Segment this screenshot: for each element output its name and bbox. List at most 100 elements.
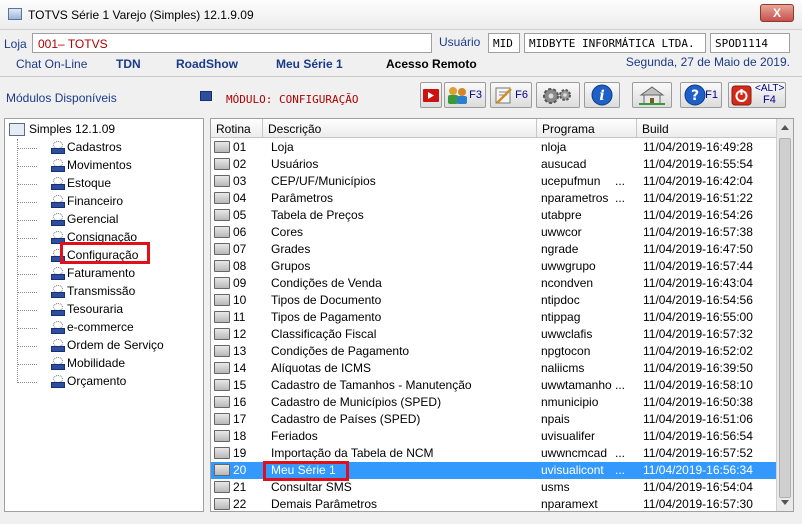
highlight-meu-serie (263, 461, 349, 481)
table-row[interactable]: 18 Feriados uvisualifer 11/04/2019-16:56:54 (211, 428, 777, 445)
settings-button[interactable] (536, 82, 580, 108)
cell-descricao: Demais Parâmetros (271, 497, 378, 511)
cell-descricao: Usuários (271, 157, 319, 171)
help-button[interactable]: ? F1 (680, 82, 722, 108)
tree-item[interactable]: Transmissão (17, 283, 203, 301)
divider (0, 76, 802, 77)
cell-rotina: 17 (233, 412, 247, 426)
table-row[interactable]: 19 Importação da Tabela de NCM uwwncmcad..… (211, 445, 777, 462)
users-button[interactable]: F3 (444, 82, 486, 108)
cell-programa: ntippag (541, 310, 581, 324)
acesso-remoto-link[interactable]: Acesso Remoto (386, 57, 477, 71)
svg-text:?: ? (691, 88, 699, 104)
table-row[interactable]: 02 Usuários ausucad 11/04/2019-16:55:54 (211, 156, 777, 173)
table-row[interactable]: 04 Parâmetros nparametros... 11/04/2019-16:… (211, 190, 777, 207)
table-row[interactable]: 10 Tipos de Documento ntipdoc 11/04/2019-16… (211, 292, 777, 309)
cell-build: 11/04/2019-16:57:32 (643, 327, 753, 341)
tdn-link[interactable]: TDN (116, 57, 141, 71)
home-button[interactable] (632, 82, 672, 108)
close-button[interactable]: X (760, 4, 794, 22)
loja-field[interactable]: 001– TOTVS (32, 33, 432, 53)
table-row[interactable]: 08 Grupos uwwgrupo 11/04/2019-16:57:44 (211, 258, 777, 275)
tree-item[interactable]: Gerencial (17, 211, 203, 229)
tree-item-label: Movimentos (67, 158, 132, 172)
cell-descricao: Cadastro de Municípios (SPED) (271, 395, 442, 409)
tree-item-label: Cadastros (67, 140, 122, 154)
table-row[interactable]: 07 Grades ngrade 11/04/2019-16:47:50 (211, 241, 777, 258)
computer-icon (214, 379, 230, 391)
cell-descricao: Loja (271, 140, 294, 154)
info-button[interactable]: i (584, 82, 620, 108)
col-rotina[interactable]: Rotina (211, 119, 263, 138)
cell-descricao: Condições de Venda (271, 276, 382, 290)
tree-item[interactable]: Faturamento (17, 265, 203, 283)
ellipsis: ... (615, 463, 626, 477)
table-row[interactable]: 14 Alíquotas de ICMS naliicms 11/04/2019-16… (211, 360, 777, 377)
table-row[interactable]: 13 Condições de Pagamento npgtocon 11/04/20… (211, 343, 777, 360)
tree-item[interactable]: Orçamento (17, 373, 203, 391)
table-row[interactable]: 16 Cadastro de Municípios (SPED) nmunicipi… (211, 394, 777, 411)
cell-programa: nmunicipio (541, 395, 599, 409)
tree-branch-line (17, 364, 37, 365)
table-row[interactable]: 12 Classificação Fiscal uwwclafis 11/04/201… (211, 326, 777, 343)
f1-key-label: F1 (705, 89, 718, 101)
tree-root-label: Simples 12.1.09 (29, 122, 116, 136)
tree-item[interactable]: Mobilidade (17, 355, 203, 373)
tree-item[interactable]: Financeiro (17, 193, 203, 211)
tree-branch-line (17, 328, 37, 329)
edit-tools-icon (495, 87, 512, 104)
highlight-configuracao (60, 242, 150, 264)
power-icon (731, 85, 752, 106)
meu-serie-link[interactable]: Meu Série 1 (276, 57, 343, 71)
exit-button[interactable]: <ALT> F4 (728, 82, 786, 108)
home-icon (639, 86, 665, 105)
table-row[interactable]: 09 Condições de Venda ncondven 11/04/2019-1… (211, 275, 777, 292)
col-programa[interactable]: Programa (537, 119, 637, 138)
tree-branch-line (17, 274, 37, 275)
roadshow-link[interactable]: RoadShow (176, 57, 238, 71)
cell-programa: uwwcor (541, 225, 582, 239)
tree-item[interactable]: Tesouraria (17, 301, 203, 319)
user-company-field: MIDBYTE INFORMÁTICA LTDA. (524, 33, 706, 53)
table-row[interactable]: 15 Cadastro de Tamanhos - Manutenção uwwta… (211, 377, 777, 394)
cell-rotina: 22 (233, 497, 247, 511)
module-node-icon (39, 303, 65, 317)
cell-rotina: 06 (233, 225, 247, 239)
tree-branch-line (17, 166, 37, 167)
table-row[interactable]: 22 Demais Parâmetros nparamext 11/04/2019-1… (211, 496, 777, 511)
table-row[interactable]: 11 Tipos de Pagamento ntippag 11/04/2019-16… (211, 309, 777, 326)
table-row[interactable]: 03 CEP/UF/Municípios ucepufmun... 11/04/201… (211, 173, 777, 190)
scroll-thumb[interactable] (779, 138, 791, 498)
cell-rotina: 15 (233, 378, 247, 392)
col-descricao[interactable]: Descrição (263, 119, 537, 138)
computer-icon (214, 277, 230, 289)
table-row[interactable]: 01 Loja nloja 11/04/2019-16:49:28 (211, 139, 777, 156)
scroll-up-icon[interactable] (781, 125, 789, 130)
tree-item[interactable]: Cadastros (17, 139, 203, 157)
cell-programa: npgtocon (541, 344, 591, 358)
module-node-icon (39, 321, 65, 335)
table-row[interactable]: 05 Tabela de Preços utabpre 11/04/2019-16:5… (211, 207, 777, 224)
tree-item[interactable]: Ordem de Serviço (17, 337, 203, 355)
cell-descricao: Cadastro de Tamanhos - Manutenção (271, 378, 472, 392)
cell-build: 11/04/2019-16:57:30 (643, 497, 753, 511)
table-row[interactable]: 21 Consultar SMS usms 11/04/2019-16:54:04 (211, 479, 777, 496)
cell-descricao: Importação da Tabela de NCM (271, 446, 434, 460)
tree-item[interactable]: e-commerce (17, 319, 203, 337)
tree-item-label: Orçamento (67, 374, 127, 388)
chat-online-link[interactable]: Chat On-Line (16, 57, 87, 71)
vertical-scrollbar[interactable] (776, 119, 793, 511)
cell-descricao: Classificação Fiscal (271, 327, 377, 341)
title-bar: TOTVS Série 1 Varejo (Simples) 12.1.9.09… (0, 0, 802, 30)
tree-item[interactable]: Movimentos (17, 157, 203, 175)
play-button[interactable] (420, 82, 442, 108)
table-row[interactable]: 17 Cadastro de Países (SPED) npais 11/04/20… (211, 411, 777, 428)
computer-icon (214, 141, 230, 153)
col-build[interactable]: Build (637, 119, 777, 138)
edit-button[interactable]: F6 (490, 82, 532, 108)
tree-item[interactable]: Estoque (17, 175, 203, 193)
table-row[interactable]: 06 Cores uwwcor 11/04/2019-16:57:38 (211, 224, 777, 241)
cell-build: 11/04/2019-16:39:50 (643, 361, 753, 375)
computer-icon (214, 481, 230, 493)
scroll-down-icon[interactable] (781, 500, 789, 505)
